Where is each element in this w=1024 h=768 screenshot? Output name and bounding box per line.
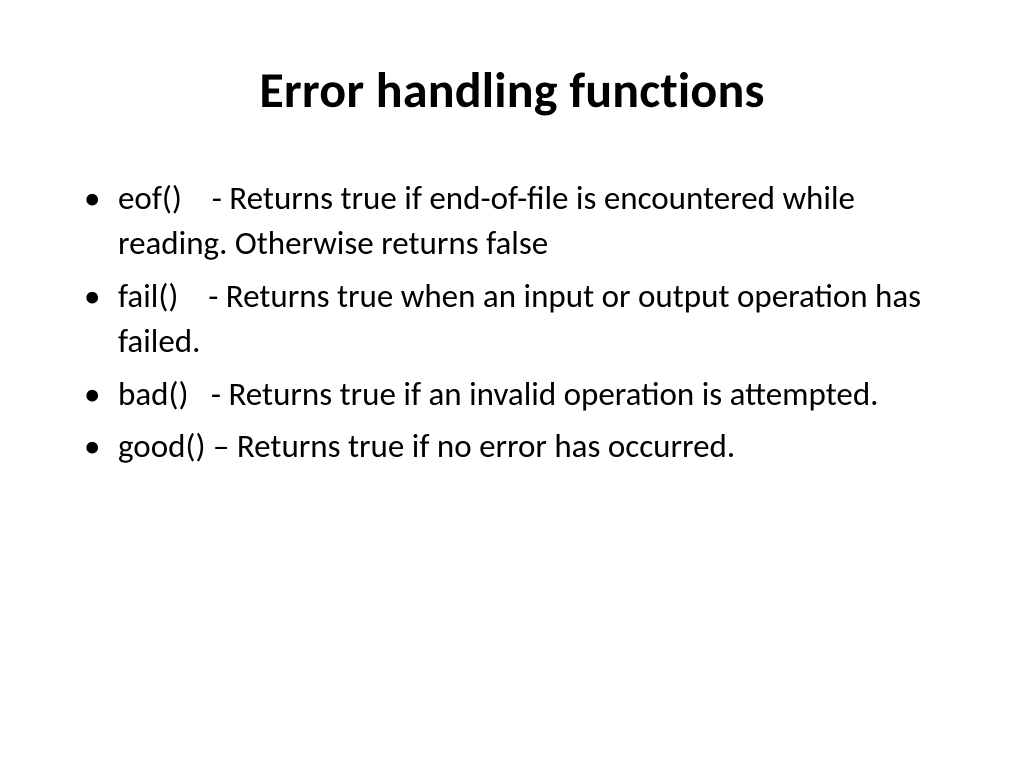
bullet-item: bad() - Returns true if an invalid opera… (70, 372, 954, 417)
slide-title: Error handling functions (70, 60, 954, 121)
bullet-item: fail() - Returns true when an input or o… (70, 274, 954, 364)
slide: Error handling functions eof() - Returns… (0, 0, 1024, 768)
slide-body: eof() - Returns true if end-of-file is e… (70, 176, 954, 477)
bullet-item: good() – Returns true if no error has oc… (70, 424, 954, 469)
bullet-item: eof() - Returns true if end-of-file is e… (70, 176, 954, 266)
